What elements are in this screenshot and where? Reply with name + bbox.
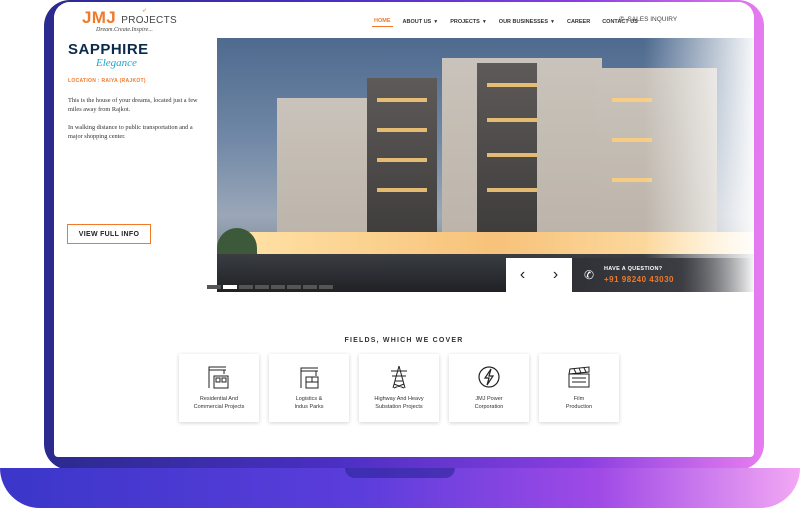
slider-dot[interactable] (303, 285, 317, 289)
slider-dot[interactable] (271, 285, 285, 289)
logo-arrow-icon: ➶ (142, 8, 148, 14)
slider-controls: ‹ › (506, 258, 572, 292)
slider-dot[interactable] (239, 285, 253, 289)
window-light (487, 188, 537, 192)
caret-down-icon: ▼ (433, 18, 439, 25)
field-label-line: Residential And (199, 396, 239, 402)
nav-projects[interactable]: PROJECTS ▼ (448, 16, 489, 27)
nav-about-label: ABOUT US (402, 18, 432, 25)
site-logo[interactable]: JMJ PROJECTS ➶ Dream.Create.Inspire... (82, 8, 177, 33)
nav-our-businesses[interactable]: OUR BUSINESSES ▼ (497, 16, 557, 27)
question-phone[interactable]: +91 98240 43030 (604, 275, 674, 284)
hero-info-panel (54, 38, 217, 292)
slider-dot[interactable] (255, 285, 269, 289)
clapperboard-icon (568, 366, 590, 388)
field-label: Highway And Heavy Substation Projects (363, 396, 435, 411)
slider-dot-active[interactable] (223, 285, 237, 289)
field-card-film[interactable]: Film Production (539, 354, 619, 422)
description-paragraph-2: In walking distance to public transporta… (68, 123, 193, 141)
image-fade (644, 38, 754, 292)
nav-career[interactable]: CAREER (565, 16, 592, 27)
field-label-line: Production (565, 403, 593, 410)
sales-inquiry-label: SALES INQUIRY (627, 15, 678, 23)
field-label-line: Logistics & (295, 396, 323, 402)
nav-home-label: HOME (374, 18, 391, 24)
laptop-notch (345, 468, 455, 478)
slider-dot[interactable] (319, 285, 333, 289)
nav-projects-label: PROJECTS (450, 18, 480, 25)
field-label: Logistics & Indus Parks (273, 396, 345, 411)
question-callout[interactable]: ✆ HAVE A QUESTION? +91 98240 43030 (572, 258, 754, 292)
project-location: LOCATION : RAIYA (RAJKOT) (68, 78, 146, 84)
logistics-crane-icon (300, 367, 319, 389)
main-nav: HOME ABOUT US ▼ PROJECTS ▼ OUR BUSINESSES ▼… (372, 16, 640, 27)
prev-slide-button[interactable]: ‹ (506, 258, 539, 292)
field-card-residential[interactable]: Residential And Commercial Projects (179, 354, 259, 422)
project-description: This is the house of your dreams, locate… (68, 96, 208, 150)
view-full-info-button[interactable]: VIEW FULL INFO (67, 224, 151, 244)
site-header: JMJ PROJECTS ➶ Dream.Create.Inspire... H… (54, 2, 754, 38)
hero-building-image (217, 38, 754, 292)
transmission-tower-icon (391, 365, 407, 389)
field-label-line: Commercial Projects (193, 403, 245, 410)
field-label-line: Indus Parks (294, 403, 324, 410)
window-light (377, 188, 427, 192)
field-label-line: Highway And Heavy (374, 396, 424, 402)
browser-viewport: JMJ PROJECTS ➶ Dream.Create.Inspire... H… (54, 2, 754, 457)
field-card-highway[interactable]: Highway And Heavy Substation Projects (359, 354, 439, 422)
caret-down-icon: ▼ (481, 18, 487, 25)
field-label-line: Film (573, 396, 585, 402)
field-card-power[interactable]: JMJ Power Corporation (449, 354, 529, 422)
crane-building-icon (208, 366, 229, 389)
project-title: SAPPHIRE (68, 41, 149, 58)
field-label: Film Production (543, 396, 615, 411)
field-label: JMJ Power Corporation (453, 396, 525, 411)
phone-icon: ✆ (619, 16, 625, 23)
logo-text: JMJ (82, 8, 116, 27)
field-label-line: JMJ Power (475, 396, 503, 402)
chevron-right-icon: › (552, 266, 559, 283)
nav-career-label: CAREER (566, 18, 591, 25)
window-light (487, 153, 537, 157)
logo-sub: PROJECTS (121, 15, 177, 26)
window-light (487, 83, 537, 87)
description-paragraph-1: This is the house of your dreams, locate… (68, 97, 198, 114)
next-slide-button[interactable]: › (539, 258, 572, 292)
chevron-left-icon: ‹ (519, 266, 526, 283)
power-bolt-icon (478, 366, 500, 388)
field-label: Residential And Commercial Projects (183, 396, 255, 411)
field-card-logistics[interactable]: Logistics & Indus Parks (269, 354, 349, 422)
sales-inquiry-link[interactable]: ✆ SALES INQUIRY (619, 15, 678, 24)
fields-cards: Residential And Commercial Projects Logis… (179, 354, 619, 422)
field-label-line: Corporation (474, 403, 504, 410)
window-light (377, 98, 427, 102)
slider-dot[interactable] (287, 285, 301, 289)
field-label-line: Substation Projects (375, 403, 423, 410)
phone-icon: ✆ (584, 268, 595, 282)
slider-dot[interactable] (207, 285, 221, 289)
project-subtitle: Elegance (96, 57, 137, 69)
question-label: HAVE A QUESTION? (604, 266, 663, 272)
window-light (377, 128, 427, 132)
building-block (477, 63, 537, 233)
fields-section-title: FIELDS, WHICH WE COVER (344, 337, 464, 344)
window-light (487, 118, 537, 122)
nav-businesses-label: OUR BUSINESSES (498, 18, 549, 25)
slider-pagination (207, 285, 333, 289)
nav-about-us[interactable]: ABOUT US ▼ (401, 16, 441, 27)
nav-home[interactable]: HOME (372, 16, 393, 27)
caret-down-icon: ▼ (550, 18, 555, 25)
window-light (377, 158, 427, 162)
